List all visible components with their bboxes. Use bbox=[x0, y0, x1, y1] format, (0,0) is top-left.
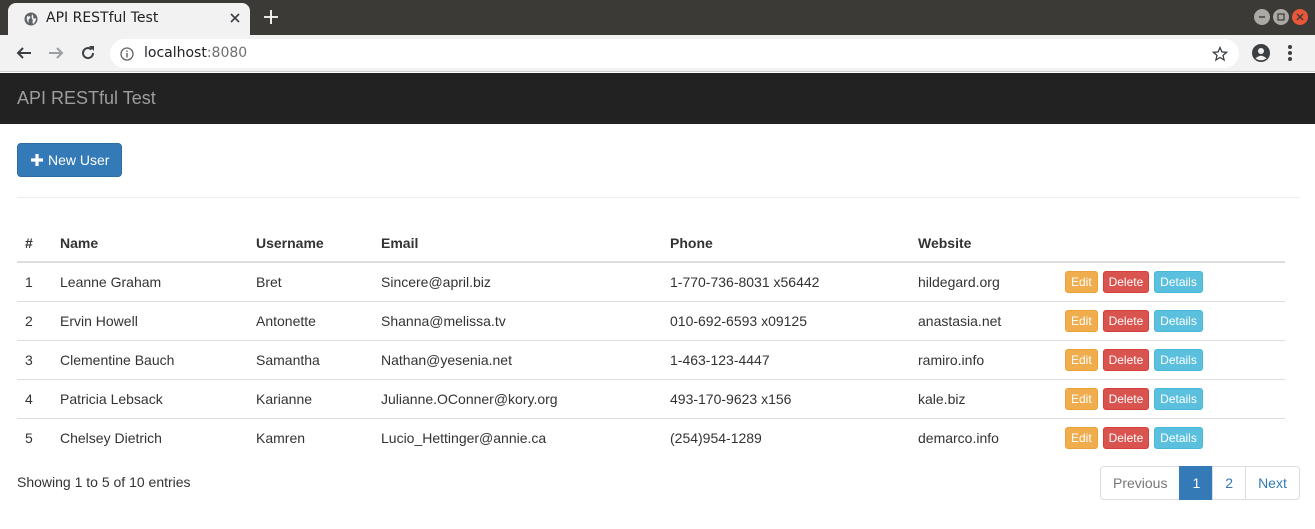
cell-name: Clementine Bauch bbox=[52, 339, 248, 379]
cell-actions: Edit Delete Details bbox=[1057, 378, 1285, 418]
tab-title: API RESTful Test bbox=[46, 10, 159, 26]
reload-icon[interactable] bbox=[79, 44, 97, 62]
edit-button[interactable]: Edit bbox=[1065, 426, 1098, 449]
browser-titlebar: API RESTful Test bbox=[0, 0, 1315, 35]
cell-email: Lucio_Hettinger@annie.ca bbox=[373, 417, 662, 457]
pagination-page-1[interactable]: 1 bbox=[1179, 466, 1214, 500]
cell-actions: Edit Delete Details bbox=[1057, 339, 1285, 379]
cell-website: demarco.info bbox=[910, 417, 1057, 457]
close-icon[interactable] bbox=[226, 9, 244, 27]
cell-username: Karianne bbox=[248, 378, 373, 418]
cell-phone: 493-170-9623 x156 bbox=[662, 378, 910, 418]
divider bbox=[17, 197, 1300, 198]
cell-phone: 010-692-6593 x09125 bbox=[662, 300, 910, 340]
cell-actions: Edit Delete Details bbox=[1057, 417, 1285, 457]
cell-username: Antonette bbox=[248, 300, 373, 340]
star-icon[interactable] bbox=[1212, 46, 1228, 62]
table-row: 4 Patricia Lebsack Karianne Julianne.OCo… bbox=[17, 378, 1285, 418]
cell-username: Kamren bbox=[248, 417, 373, 457]
column-header-actions bbox=[1057, 224, 1285, 263]
cell-id: 5 bbox=[17, 417, 52, 457]
globe-icon bbox=[24, 12, 38, 26]
table-row: 5 Chelsey Dietrich Kamren Lucio_Hettinge… bbox=[17, 417, 1285, 457]
delete-button[interactable]: Delete bbox=[1102, 309, 1150, 332]
new-user-button[interactable]: New User bbox=[17, 143, 122, 177]
cell-name: Leanne Graham bbox=[60, 273, 162, 290]
delete-button[interactable]: Delete bbox=[1102, 348, 1150, 371]
window-close-icon[interactable] bbox=[1292, 9, 1308, 25]
cell-username: Bret bbox=[256, 273, 282, 290]
address-bar[interactable]: localhost:8080 bbox=[110, 39, 1239, 68]
edit-button[interactable]: Edit bbox=[1065, 270, 1098, 293]
cell-website: kale.biz bbox=[910, 378, 1057, 418]
browser-toolbar: localhost:8080 bbox=[0, 35, 1315, 72]
cell-id: 1 bbox=[25, 273, 33, 290]
cell-username: Samantha bbox=[248, 339, 373, 379]
app-navbar: API RESTful Test bbox=[0, 73, 1315, 124]
cell-website: anastasia.net bbox=[910, 300, 1057, 340]
cell-email: Nathan@yesenia.net bbox=[373, 339, 662, 379]
details-button[interactable]: Details bbox=[1154, 309, 1203, 332]
users-table: # Name Username Email Phone Website 1 Le… bbox=[17, 224, 1285, 457]
cell-name: Chelsey Dietrich bbox=[52, 417, 248, 457]
edit-button[interactable]: Edit bbox=[1065, 348, 1098, 371]
delete-button[interactable]: Delete bbox=[1102, 387, 1150, 410]
url-text[interactable]: localhost:8080 bbox=[144, 45, 247, 61]
pagination-next[interactable]: Next bbox=[1245, 466, 1300, 500]
cell-id: 2 bbox=[17, 300, 52, 340]
maximize-icon[interactable] bbox=[1273, 9, 1289, 25]
back-arrow-icon[interactable] bbox=[15, 44, 33, 62]
details-button[interactable]: Details bbox=[1154, 270, 1203, 293]
details-button[interactable]: Details bbox=[1154, 426, 1203, 449]
column-header-id: # bbox=[17, 224, 52, 263]
pagination: Previous 1 2 Next bbox=[1100, 466, 1300, 500]
table-row: 3 Clementine Bauch Samantha Nathan@yesen… bbox=[17, 339, 1285, 379]
browser-tab[interactable]: API RESTful Test bbox=[8, 3, 250, 35]
cell-name: Patricia Lebsack bbox=[52, 378, 248, 418]
cell-actions: Edit Delete Details bbox=[1057, 300, 1285, 340]
edit-button[interactable]: Edit bbox=[1065, 309, 1098, 332]
cell-id: 4 bbox=[17, 378, 52, 418]
cell-website: hildegard.org bbox=[918, 273, 1000, 290]
column-header-website: Website bbox=[910, 224, 1057, 263]
navbar-brand[interactable]: API RESTful Test bbox=[17, 88, 156, 109]
table-header-row: # Name Username Email Phone Website bbox=[17, 224, 1285, 263]
forward-arrow-icon[interactable] bbox=[47, 44, 65, 62]
cell-phone: 1-770-736-8031 x56442 bbox=[670, 273, 820, 290]
cell-name: Ervin Howell bbox=[52, 300, 248, 340]
cell-id: 3 bbox=[17, 339, 52, 379]
cell-phone: 1-463-123-4447 bbox=[662, 339, 910, 379]
url-port: :8080 bbox=[206, 45, 248, 61]
pagination-previous[interactable]: Previous bbox=[1100, 466, 1181, 500]
pagination-page-2[interactable]: 2 bbox=[1212, 466, 1247, 500]
column-header-phone: Phone bbox=[662, 224, 910, 263]
details-button[interactable]: Details bbox=[1154, 387, 1203, 410]
url-host: localhost bbox=[144, 45, 207, 61]
info-icon[interactable] bbox=[120, 47, 134, 61]
column-header-username: Username bbox=[248, 224, 373, 263]
table-row: 2 Ervin Howell Antonette Shanna@melissa.… bbox=[17, 300, 1285, 340]
column-header-email: Email bbox=[373, 224, 662, 263]
plus-icon[interactable] bbox=[262, 8, 280, 26]
delete-button[interactable]: Delete bbox=[1102, 270, 1150, 293]
cell-actions: Edit Delete Details bbox=[1057, 262, 1285, 301]
details-button[interactable]: Details bbox=[1154, 348, 1203, 371]
table-info: Showing 1 to 5 of 10 entries bbox=[17, 474, 191, 490]
profile-icon[interactable] bbox=[1251, 43, 1271, 63]
column-header-name: Name bbox=[52, 224, 248, 263]
edit-button[interactable]: Edit bbox=[1065, 387, 1098, 410]
delete-button[interactable]: Delete bbox=[1102, 426, 1150, 449]
new-user-label: New User bbox=[48, 152, 110, 168]
minimize-icon[interactable] bbox=[1254, 9, 1270, 25]
cell-email: Shanna@melissa.tv bbox=[373, 300, 662, 340]
cell-phone: (254)954-1289 bbox=[662, 417, 910, 457]
table-row: 1 Leanne Graham Bret Sincere@april.biz 1… bbox=[17, 262, 1285, 301]
plus-icon bbox=[31, 154, 43, 166]
cell-website: ramiro.info bbox=[910, 339, 1057, 379]
cell-email: Julianne.OConner@kory.org bbox=[373, 378, 662, 418]
kebab-menu-icon[interactable] bbox=[1287, 43, 1293, 63]
cell-email: Sincere@april.biz bbox=[381, 273, 491, 290]
